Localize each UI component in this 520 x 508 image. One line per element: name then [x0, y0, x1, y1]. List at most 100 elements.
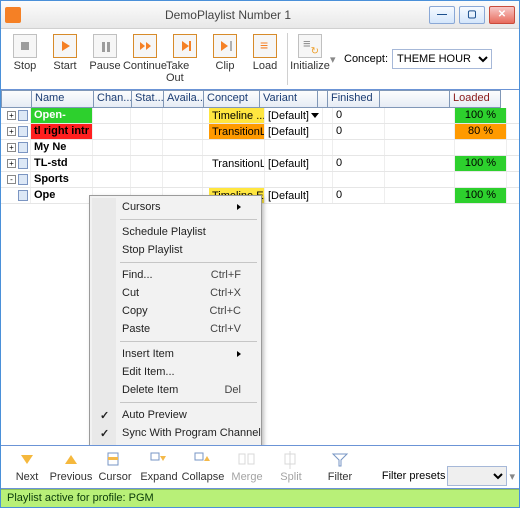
next-button[interactable]: Next [5, 448, 49, 486]
variant-cell[interactable]: [Default] [265, 108, 323, 123]
col-spacer[interactable] [379, 90, 449, 108]
menu-item[interactable]: Edit Item... [92, 363, 259, 381]
menu-item[interactable]: Delete ItemDel [92, 381, 259, 399]
table-row[interactable]: +Open-Timeline ...[Default]0100 % [1, 108, 519, 124]
filter-presets: Filter presets ▾ [382, 466, 515, 486]
col-concept[interactable]: Concept [203, 90, 259, 108]
menu-item[interactable]: Cursors [92, 198, 259, 216]
loaded-cell: 80 % [455, 124, 507, 139]
variant-cell[interactable] [265, 172, 323, 187]
filter-presets-select[interactable] [447, 466, 507, 486]
menu-separator [120, 402, 257, 403]
tree-cell[interactable]: + [1, 140, 31, 155]
col-channel[interactable]: Chan... [93, 90, 131, 108]
loaded-cell: 100 % [455, 156, 507, 171]
finished-cell: 0 [333, 108, 385, 123]
tree-cell[interactable]: + [1, 108, 31, 123]
close-button[interactable]: ✕ [489, 6, 515, 24]
concept-cell[interactable] [209, 140, 265, 155]
menu-item[interactable]: PasteCtrl+V [92, 320, 259, 338]
collapse-icon [193, 451, 213, 469]
col-gap[interactable] [317, 90, 327, 108]
start-button[interactable]: Start [45, 31, 85, 87]
table-row[interactable]: +TL-stdTransitionL...[Default]0100 % [1, 156, 519, 172]
toolbar-divider [287, 33, 288, 85]
menu-item[interactable]: Find...Ctrl+F [92, 266, 259, 284]
load-button[interactable]: Load [245, 31, 285, 87]
titlebar[interactable]: DemoPlaylist Number 1 — ▢ ✕ [1, 1, 519, 29]
cursor-icon [105, 451, 125, 469]
menu-item[interactable]: ✓Auto Preview [92, 406, 259, 424]
concept-cell[interactable] [209, 172, 265, 187]
playlist-grid[interactable]: +Open-Timeline ...[Default]0100 %+tl rig… [1, 108, 519, 446]
check-icon: ✓ [100, 409, 109, 422]
name-cell: tl right intr [31, 124, 93, 139]
bottom-toolbar: Next Previous Cursor Expand Collapse Mer… [1, 446, 519, 489]
variant-cell[interactable]: [Default] [265, 156, 323, 171]
menu-item[interactable]: ✓Sync With Program Channel [92, 424, 259, 442]
pause-button[interactable]: Pause [85, 31, 125, 87]
previous-button[interactable]: Previous [49, 448, 93, 486]
table-row[interactable]: -Sports [1, 172, 519, 188]
loaded-cell [455, 140, 507, 155]
status-bar: Playlist active for profile: PGM [1, 489, 519, 507]
variant-cell[interactable] [265, 140, 323, 155]
menu-separator [120, 445, 257, 446]
col-variant[interactable]: Variant [259, 90, 317, 108]
split-button[interactable]: Split [269, 448, 313, 486]
play-icon [53, 34, 77, 58]
submenu-arrow-icon [237, 351, 241, 357]
merge-icon [237, 451, 257, 469]
filter-presets-label: Filter presets [382, 470, 446, 482]
col-finished[interactable]: Finished [327, 90, 379, 108]
continue-button[interactable]: Continue [125, 31, 165, 87]
concept-cell[interactable]: TransitionL... [209, 124, 265, 139]
concept-cell[interactable]: Timeline ... [209, 108, 265, 123]
minimize-button[interactable]: — [429, 6, 455, 24]
concept-select[interactable]: THEME HOUR [392, 49, 492, 69]
clip-button[interactable]: Clip [205, 31, 245, 87]
col-status[interactable]: Stat... [131, 90, 163, 108]
menu-item[interactable]: CutCtrl+X [92, 284, 259, 302]
stop-button[interactable]: Stop [5, 31, 45, 87]
variant-cell[interactable]: [Default] [265, 188, 323, 203]
app-icon [5, 7, 21, 23]
tree-cell[interactable]: + [1, 188, 31, 203]
name-cell: Sports [31, 172, 93, 187]
filter-button[interactable]: Filter [318, 448, 362, 486]
menu-item[interactable]: Stop Playlist [92, 241, 259, 259]
tree-cell[interactable]: + [1, 156, 31, 171]
variant-cell[interactable]: [Default] [265, 124, 323, 139]
col-loaded[interactable]: Loaded [449, 90, 501, 108]
main-toolbar: Stop Start Pause Continue Take Out Clip … [1, 29, 519, 90]
toolbar-overflow[interactable]: ▾ [330, 31, 338, 87]
bottom-overflow[interactable]: ▾ [509, 470, 515, 483]
expand-button[interactable]: Expand [137, 448, 181, 486]
merge-button[interactable]: Merge [225, 448, 269, 486]
cursor-button[interactable]: Cursor [93, 448, 137, 486]
concept-cell[interactable]: TransitionL... [209, 156, 265, 171]
menu-item[interactable]: Insert Item [92, 345, 259, 363]
takeout-button[interactable]: Take Out [165, 31, 205, 87]
finished-cell [333, 172, 385, 187]
col-name[interactable]: Name [31, 90, 93, 108]
finished-cell: 0 [333, 124, 385, 139]
menu-item[interactable]: Schedule Playlist [92, 223, 259, 241]
maximize-button[interactable]: ▢ [459, 6, 485, 24]
table-row[interactable]: +My Ne [1, 140, 519, 156]
col-available[interactable]: Availa... [163, 90, 203, 108]
tree-cell[interactable]: - [1, 172, 31, 187]
loaded-cell [455, 172, 507, 187]
previous-icon [61, 451, 81, 469]
menu-item[interactable]: CopyCtrl+C [92, 302, 259, 320]
table-row[interactable]: +tl right intr TransitionL...[Default] 0 80… [1, 124, 519, 140]
menu-separator [120, 341, 257, 342]
collapse-button[interactable]: Collapse [181, 448, 225, 486]
col-tree[interactable] [1, 90, 31, 108]
tree-cell[interactable]: + [1, 124, 31, 139]
split-icon [281, 451, 301, 469]
finished-cell: 0 [333, 188, 385, 203]
next-icon [17, 451, 37, 469]
grid-header: Name Chan... Stat... Availa... Concept V… [1, 90, 519, 108]
initialize-button[interactable]: Initialize [290, 31, 330, 87]
